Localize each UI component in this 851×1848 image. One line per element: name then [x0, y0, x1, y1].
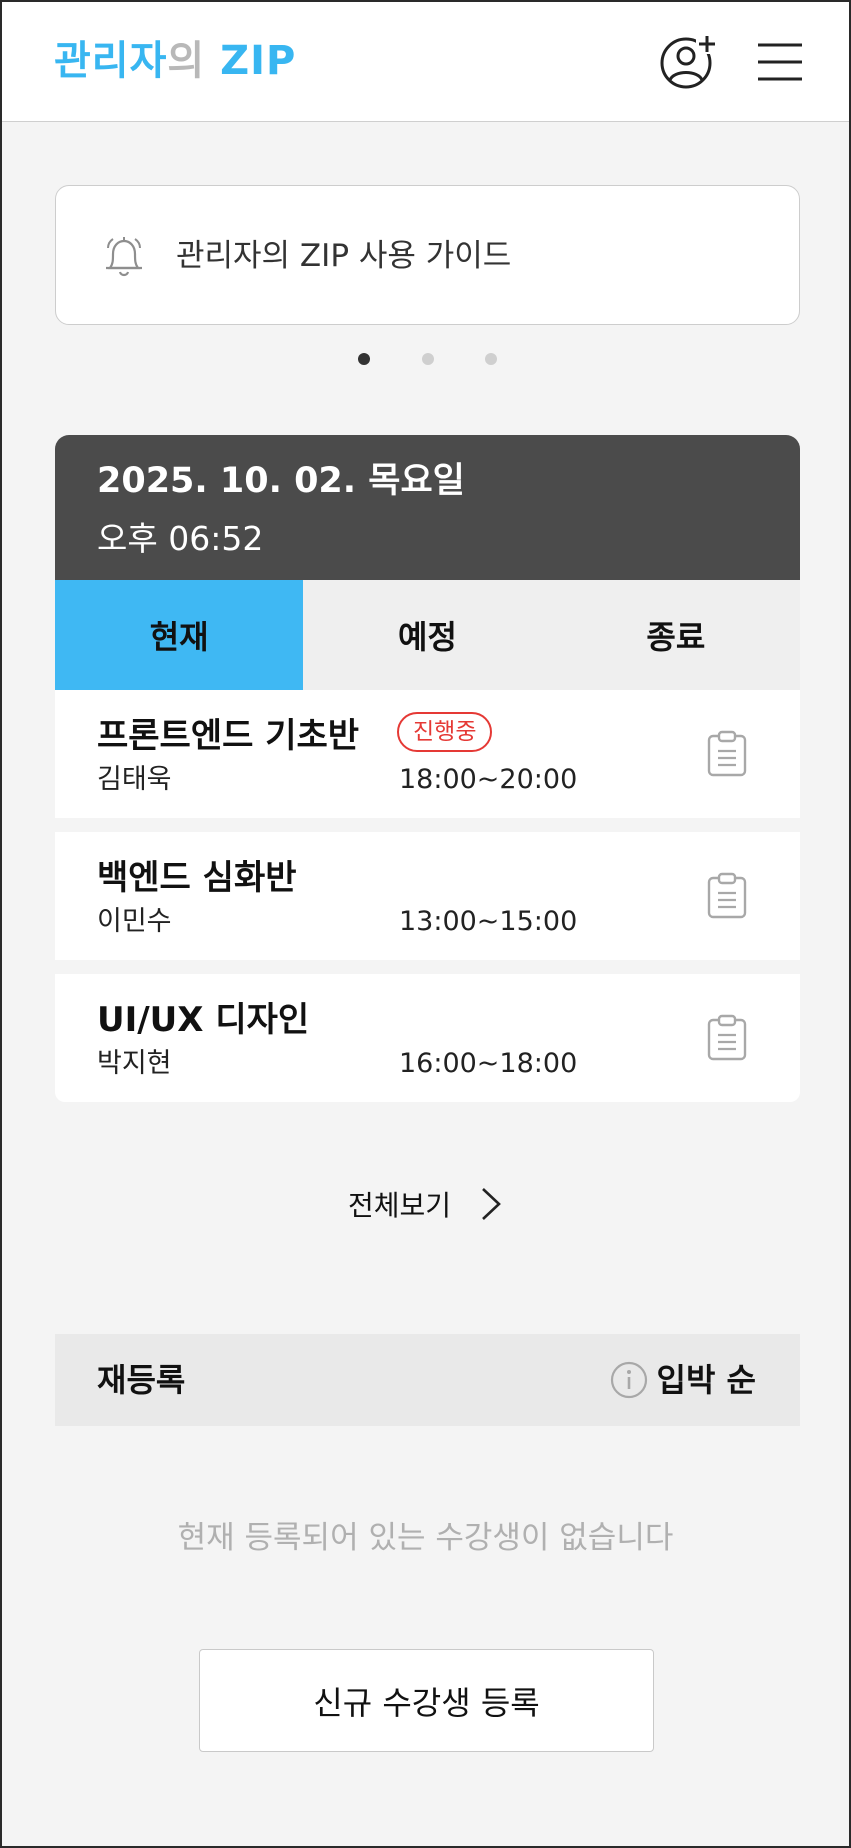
tab-current[interactable]: 현재: [55, 580, 304, 690]
class-time: 16:00~18:00: [399, 1048, 578, 1079]
class-teacher: 이민수: [97, 906, 172, 937]
sort-button[interactable]: 입박 순: [609, 1358, 756, 1402]
reregister-title: 재등록: [97, 1361, 186, 1399]
schedule-tabs: 현재 예정 종료: [55, 580, 800, 690]
tab-upcoming[interactable]: 예정: [303, 580, 551, 690]
class-time: 13:00~15:00: [399, 906, 578, 937]
logo-part-3: ZIP: [205, 38, 297, 84]
info-icon[interactable]: [609, 1360, 649, 1400]
add-user-button[interactable]: [658, 30, 720, 92]
class-time: 18:00~20:00: [399, 764, 578, 795]
chevron-right-icon: [482, 1188, 501, 1220]
sort-label: 입박 순: [656, 1361, 756, 1399]
app-logo[interactable]: 관리자의 ZIP: [54, 36, 296, 86]
app-frame: 관리자의 ZIP 관리자의 ZIP 사용 가이드 2025. 10. 02. 목…: [0, 0, 851, 1848]
menu-button[interactable]: [750, 30, 812, 92]
class-title: 백엔드 심화반: [97, 858, 297, 898]
guide-notice-banner[interactable]: 관리자의 ZIP 사용 가이드: [55, 185, 800, 325]
class-title: UI/UX 디자인: [97, 1000, 310, 1040]
class-teacher: 김태욱: [97, 764, 172, 795]
view-all-label: 전체보기: [347, 1189, 452, 1222]
clipboard-icon[interactable]: [706, 730, 748, 778]
logo-part-1: 관리자: [54, 38, 168, 84]
reregister-section-header: 재등록 입박 순: [55, 1334, 800, 1426]
logo-part-2: 의: [167, 38, 206, 84]
view-all-link[interactable]: 전체보기: [2, 1182, 849, 1226]
class-row[interactable]: UI/UX 디자인 박지현 16:00~18:00: [55, 974, 800, 1102]
current-date: 2025. 10. 02. 목요일: [97, 461, 465, 501]
carousel-dots: [2, 353, 849, 367]
schedule-card: 2025. 10. 02. 목요일 오후 06:52 현재 예정 종료 프론트엔…: [55, 435, 800, 1102]
status-badge: 진행중: [397, 712, 493, 752]
user-add-icon: [660, 34, 718, 89]
carousel-dot-3[interactable]: [485, 353, 497, 365]
top-header: 관리자의 ZIP: [2, 2, 849, 122]
class-teacher: 박지현: [97, 1048, 172, 1079]
bell-icon: [106, 237, 142, 277]
empty-state-message: 현재 등록되어 있는 수강생이 없습니다: [177, 1520, 674, 1556]
hamburger-menu-icon: [758, 43, 802, 81]
carousel-dot-1[interactable]: [358, 353, 370, 365]
clipboard-icon[interactable]: [706, 872, 748, 920]
carousel-dot-2[interactable]: [422, 353, 434, 365]
new-student-button[interactable]: 신규 수강생 등록: [199, 1649, 654, 1752]
clipboard-icon[interactable]: [706, 1014, 748, 1062]
class-title: 프론트엔드 기초반: [97, 716, 360, 756]
notice-text: 관리자의 ZIP 사용 가이드: [176, 238, 512, 274]
schedule-header: 2025. 10. 02. 목요일 오후 06:52: [55, 435, 800, 580]
class-row[interactable]: 프론트엔드 기초반 진행중 김태욱 18:00~20:00: [55, 690, 800, 818]
class-row[interactable]: 백엔드 심화반 이민수 13:00~15:00: [55, 832, 800, 960]
tab-ended[interactable]: 종료: [552, 580, 800, 690]
current-time: 오후 06:52: [97, 519, 264, 558]
